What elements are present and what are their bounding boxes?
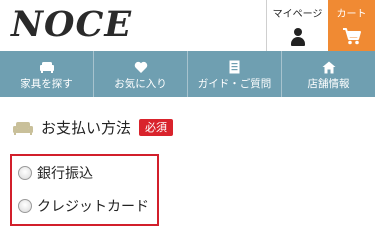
option-label: クレジットカード (37, 199, 149, 215)
nav-label: 店舗情報 (307, 78, 350, 90)
sofa-icon (13, 120, 33, 135)
nav-label: お気に入り (114, 78, 167, 90)
nav-label: ガイド・ご質問 (197, 78, 272, 90)
mypage-label: マイページ (272, 9, 323, 20)
nav-item-favorites[interactable]: お気に入り (93, 51, 187, 97)
main-nav: 家具を探す お気に入り ガイド・ご質問 店舗情報 (0, 51, 375, 97)
payment-option-credit-card[interactable]: クレジットカード (18, 196, 149, 216)
page-title: お支払い方法 (41, 118, 132, 137)
document-icon (229, 60, 240, 74)
radio-credit-card[interactable] (18, 199, 32, 213)
payment-method-heading: お支払い方法 必須 (13, 116, 174, 138)
nav-item-store-info[interactable]: 店舗情報 (281, 51, 375, 97)
header: NOCE マイページ カート (0, 0, 375, 51)
cart-label: カート (336, 9, 367, 20)
sofa-icon (39, 60, 54, 74)
cart-icon (342, 27, 362, 49)
payment-options-group: 銀行振込 クレジットカード (10, 154, 159, 226)
payment-option-bank-transfer[interactable]: 銀行振込 (18, 163, 93, 183)
required-badge: 必須 (139, 118, 174, 136)
mypage-button[interactable]: マイページ (266, 0, 328, 51)
store-icon (322, 60, 336, 74)
nav-item-guide-faq[interactable]: ガイド・ご質問 (187, 51, 281, 97)
heart-icon (134, 60, 148, 74)
option-label: 銀行振込 (37, 166, 93, 182)
nav-item-find-furniture[interactable]: 家具を探す (0, 51, 93, 97)
cart-button[interactable]: カート (328, 0, 375, 51)
nav-label: 家具を探す (20, 78, 73, 90)
site-logo[interactable]: NOCE (11, 3, 132, 47)
radio-bank-transfer[interactable] (18, 166, 32, 180)
person-icon (290, 28, 306, 46)
